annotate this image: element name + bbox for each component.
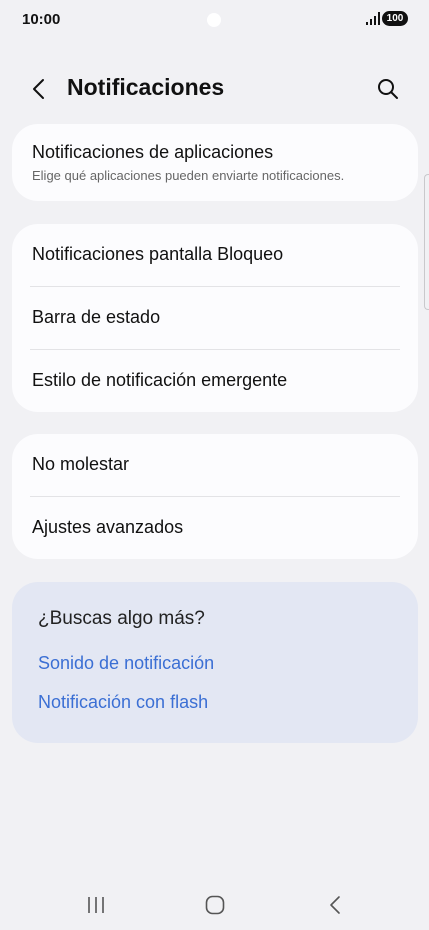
battery-icon: 100 <box>382 11 408 26</box>
status-time: 10:00 <box>22 11 61 28</box>
list-item-status-bar[interactable]: Barra de estado <box>12 287 418 350</box>
app-notifications-subtitle: Elige qué aplicaciones pueden enviarte n… <box>32 168 345 183</box>
recent-apps-icon[interactable] <box>86 895 106 915</box>
list-item-label: No molestar <box>32 454 130 474</box>
app-header: Notificaciones <box>0 64 429 114</box>
link-flash-notification[interactable]: Notificación con flash <box>38 692 208 713</box>
status-bar: 10:00 100 <box>0 0 429 40</box>
list-item-lock-screen-notifications[interactable]: Notificaciones pantalla Bloqueo <box>12 224 418 287</box>
app-notifications-title: Notificaciones de aplicaciones <box>32 142 274 162</box>
link-notification-sound[interactable]: Sonido de notificación <box>38 653 214 674</box>
signal-icon <box>366 12 380 25</box>
list-item-do-not-disturb[interactable]: No molestar <box>12 434 418 497</box>
list-item-advanced-settings[interactable]: Ajustes avanzados <box>12 497 418 559</box>
back-arrow-icon[interactable] <box>30 77 48 101</box>
page-title: Notificaciones <box>67 74 225 100</box>
dnd-advanced-group: No molestar Ajustes avanzados <box>12 434 418 559</box>
list-item-label: Ajustes avanzados <box>32 517 184 537</box>
list-item-label: Barra de estado <box>32 307 161 327</box>
app-notifications-card[interactable]: Notificaciones de aplicaciones Elige qué… <box>12 124 418 201</box>
back-icon[interactable] <box>328 894 342 916</box>
search-icon[interactable] <box>376 77 400 101</box>
list-item-label: Estilo de notificación emergente <box>32 370 288 390</box>
notification-settings-group: Notificaciones pantalla Bloqueo Barra de… <box>12 224 418 412</box>
suggestions-card: ¿Buscas algo más? Sonido de notificación… <box>12 582 418 743</box>
navigation-bar <box>0 880 429 930</box>
list-item-label: Notificaciones pantalla Bloqueo <box>32 244 284 264</box>
scroll-indicator[interactable] <box>424 174 429 310</box>
home-icon[interactable] <box>205 894 225 916</box>
list-item-popup-style[interactable]: Estilo de notificación emergente <box>12 350 418 412</box>
screen: 10:00 100 Notificaciones Notificaciones … <box>0 0 429 930</box>
suggestions-title: ¿Buscas algo más? <box>38 608 205 629</box>
camera-cutout <box>207 13 221 27</box>
